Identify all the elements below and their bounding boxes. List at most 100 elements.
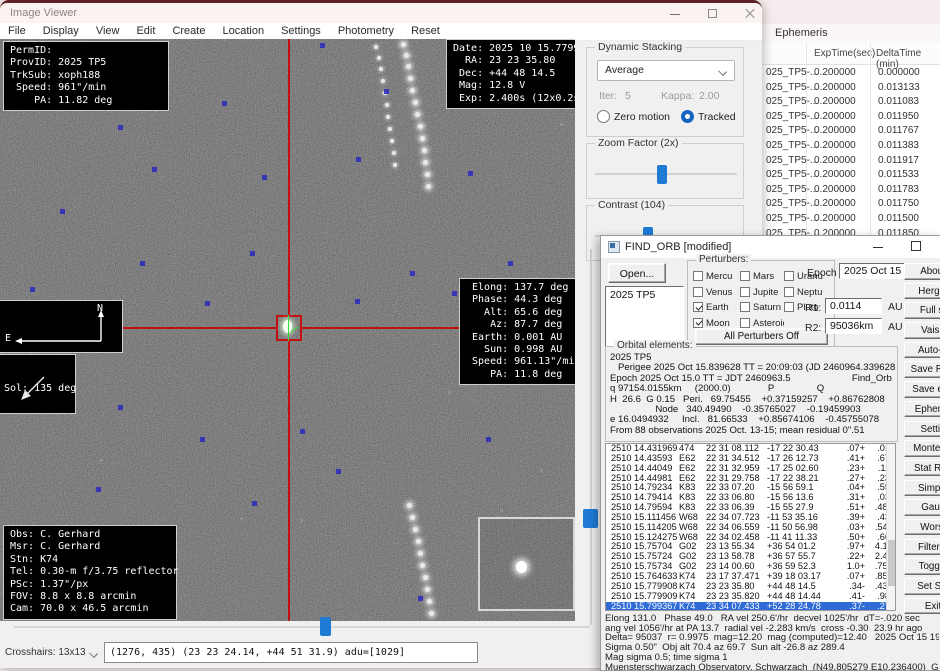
tracked-radio[interactable] [681,110,694,123]
findorb-button-simple[interactable]: Simple [904,480,940,497]
findorb-button-gaus[interactable]: Gaus [904,499,940,516]
minimize-button[interactable] [662,5,688,21]
zero-motion-radio[interactable] [597,110,610,123]
frame-slider-handle[interactable] [320,617,331,636]
perturber-neptu[interactable]: Neptu [784,286,836,299]
menu-item-file[interactable]: File [8,25,26,40]
iter-value[interactable]: 5 [625,90,631,102]
menu-item-display[interactable]: Display [43,25,79,40]
observations-list[interactable]: 2510 14.43196947422 31 08.112-17 22 30.4… [605,443,896,611]
stacking-mode-value: Average [605,64,644,76]
kappa-value[interactable]: 2.00 [699,90,719,102]
file-name-cell: 025_TP5-... [766,82,818,93]
checkbox-icon[interactable] [740,271,750,281]
findorb-title: FIND_ORB [modified] [625,241,731,253]
menu-item-edit[interactable]: Edit [136,25,155,40]
findorb-button-toggle[interactable]: Toggle [904,558,940,575]
file-row[interactable]: 025_TP5-...0.2000000.011917 [740,154,940,169]
menu-item-location[interactable]: Location [222,25,264,40]
menu-item-reset[interactable]: Reset [411,25,440,40]
stacking-mode-select[interactable]: Average [597,60,735,81]
open-button[interactable]: Open... [608,263,666,283]
findorb-button-exit[interactable]: Exit [904,598,940,615]
checkbox-icon[interactable] [784,271,794,281]
menu-item-photometry[interactable]: Photometry [338,25,394,40]
checkbox-icon[interactable] [693,318,703,328]
perturber-label: Venus [706,287,732,298]
perturber-mercu[interactable]: Mercu [693,270,740,283]
menu-item-settings[interactable]: Settings [281,25,321,40]
findorb-button-save-resi[interactable]: Save Resi [904,361,940,378]
coordinate-readout-field[interactable]: (1276, 435) (23 23 24.14, +44 51 31.9) a… [104,642,478,663]
star-trail-dot [390,139,394,143]
observation-row[interactable]: 2510 15.799367K7423 34 07.433+52 28 24.7… [606,602,895,612]
tracked-label[interactable]: Tracked [698,111,736,123]
findorb-button-worst[interactable]: Worst [904,519,940,536]
close-button[interactable] [737,5,763,21]
findorb-button-stat-ran[interactable]: Stat Ran [904,460,940,477]
perturber-label: Mercu [706,271,732,282]
zero-motion-label[interactable]: Zero motion [614,111,670,123]
object-listbox[interactable]: 2025 TP5 [605,286,684,348]
r2-field[interactable]: 95036km [825,318,882,334]
group-label: Zoom Factor (2x) [595,137,682,149]
epoch-field[interactable]: 2025 Oct 15 [839,263,909,279]
file-row[interactable]: 025_TP5-...0.2000000.011750 [740,197,940,212]
findorb-button-save-eler[interactable]: Save eler [904,381,940,398]
findorb-button-auto-s[interactable]: Auto-S [904,342,940,359]
scrollbar-thumb[interactable] [888,540,895,586]
file-row[interactable]: 025_TP5-...0.2000000.011533 [740,168,940,183]
perturber-label: Moon [706,318,730,329]
menu-item-create[interactable]: Create [172,25,205,40]
maximize-button[interactable] [700,5,726,21]
checkbox-icon[interactable] [740,302,750,312]
checkbox-icon[interactable] [784,302,794,312]
menu-item-view[interactable]: View [96,25,120,40]
checkbox-icon[interactable] [784,287,794,297]
findorb-button-herget[interactable]: Herget [904,283,940,300]
file-row[interactable]: 025_TP5-...0.2000000.011083 [740,95,940,110]
perturber-mars[interactable]: Mars [740,270,784,283]
orbital-elements-group: Orbital elements: 2025 TP5 Perigee 2025 … [605,346,898,442]
file-row[interactable]: 025_TP5-...0.2000000.011383 [740,139,940,154]
checkbox-icon[interactable] [693,271,703,281]
findorb-button-settin[interactable]: Settin [904,421,940,438]
findorb-button-filter-o[interactable]: Filter o [904,539,940,556]
perturber-saturn[interactable]: Saturn [740,301,784,314]
r1-field[interactable]: 0.0114 [825,298,882,314]
observations-scrollbar[interactable] [886,444,895,610]
findorb-button-vaisa[interactable]: Vaisa [904,322,940,339]
zoom-slider-handle[interactable] [657,165,667,184]
file-row[interactable]: 025_TP5-...0.2000000.013133 [740,81,940,96]
menu-item-ephemeris[interactable]: Ephemeris [775,27,828,39]
minimize-icon[interactable] [873,247,883,248]
findorb-button-about[interactable]: About [904,263,940,280]
perturber-jupite[interactable]: Jupite [740,286,784,299]
file-row[interactable]: 025_TP5-...0.2000000.011783 [740,183,940,198]
frame-slider-track[interactable] [14,626,590,628]
perturber-venus[interactable]: Venus [693,286,740,299]
vertical-slider-track[interactable] [590,249,592,625]
object-list-item[interactable]: 2025 TP5 [610,289,679,301]
findorb-button-full-st[interactable]: Full st [904,302,940,319]
findorb-button-monte-c-[interactable]: Monte C. [904,440,940,457]
field-star [448,391,451,394]
starfield-image[interactable]: PermID:ProvID: 2025 TP5TrkSub: xoph188 S… [0,39,575,621]
crosshairs-dropdown[interactable]: Crosshairs: 13x13 [5,644,99,662]
file-row[interactable]: 025_TP5-...0.2000000.011767 [740,124,940,139]
r2-unit: AU [888,321,903,333]
maximize-icon[interactable] [911,241,921,251]
vertical-slider-handle[interactable] [583,509,598,528]
column-exptime[interactable]: ExpTime(sec) [814,48,875,59]
file-row[interactable]: 025_TP5-...0.2000000.000000 [740,66,940,81]
checkbox-icon[interactable] [693,302,703,312]
perturber-earth[interactable]: Earth [693,301,740,314]
text-line: PermID: [10,45,162,57]
findorb-button-set-sig[interactable]: Set Sig [904,578,940,595]
file-row[interactable]: 025_TP5-...0.2000000.011950 [740,110,940,125]
checkbox-icon[interactable] [740,318,750,328]
file-row[interactable]: 025_TP5-...0.2000000.011500 [740,212,940,227]
checkbox-icon[interactable] [740,287,750,297]
findorb-button-epheme[interactable]: Epheme [904,401,940,418]
checkbox-icon[interactable] [693,287,703,297]
